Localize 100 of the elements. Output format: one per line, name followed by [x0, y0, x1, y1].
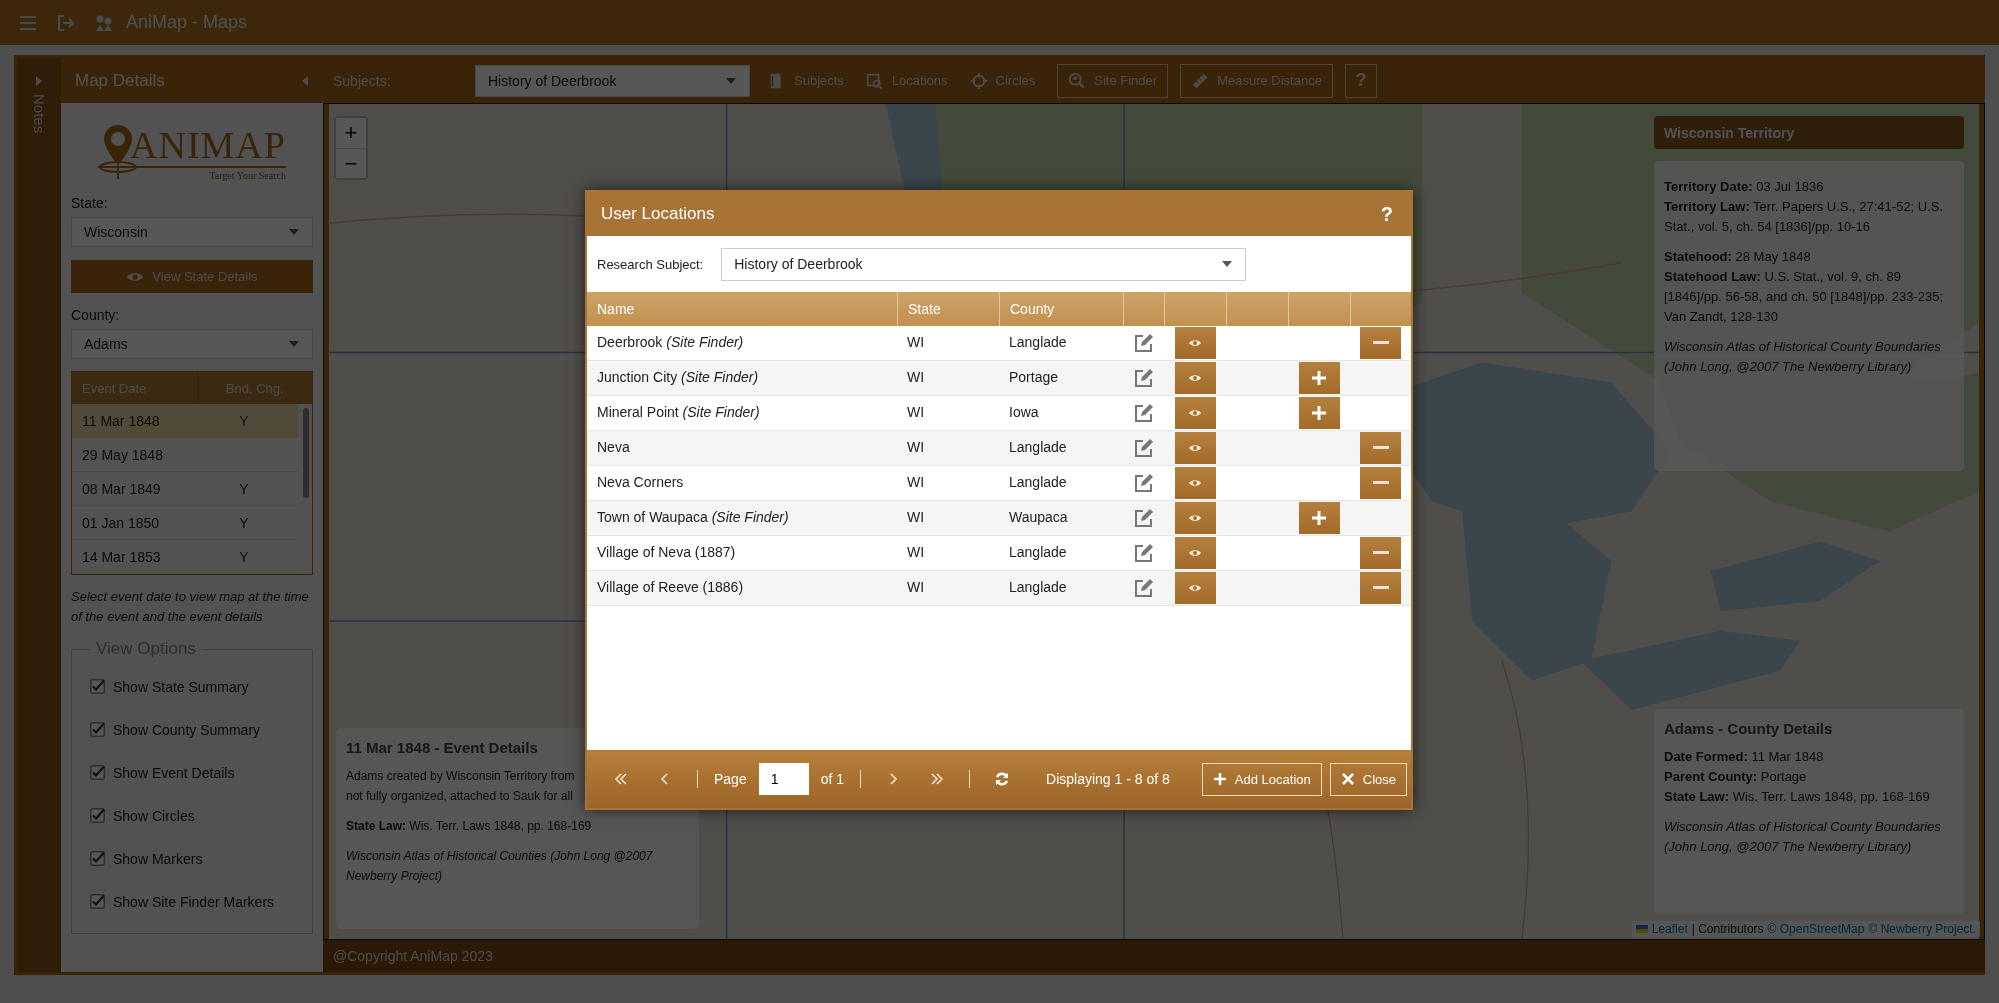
- checkbox[interactable]: [90, 722, 105, 737]
- help-button[interactable]: ?: [1344, 63, 1377, 98]
- attribution-text: | Contributors: [1691, 922, 1764, 936]
- table-cell-text: 01 Jan 1850: [81, 513, 161, 533]
- eye-icon: [1188, 407, 1202, 419]
- plus-icon: [1311, 370, 1327, 386]
- table-cell-text: WI: [906, 368, 926, 387]
- view-button[interactable]: [1174, 432, 1216, 464]
- checkbox[interactable]: [90, 894, 105, 909]
- link[interactable]: Leaflet: [1651, 922, 1688, 936]
- remove-button[interactable]: [1360, 467, 1401, 499]
- toolbar-button[interactable]: Site Finder: [1057, 63, 1169, 98]
- notes-tab[interactable]: Notes: [30, 94, 48, 134]
- eye-icon: [1188, 512, 1202, 524]
- page-label: Page: [714, 771, 747, 787]
- info-text: Adams created by Wisconsin Territory from: [346, 768, 575, 785]
- page-field[interactable]: 1: [758, 763, 809, 795]
- eye-icon: [1188, 442, 1202, 454]
- remove-button[interactable]: [1360, 572, 1401, 604]
- field-label: Subjects:: [333, 72, 392, 89]
- subject-select[interactable]: History of Deerbrook: [475, 64, 750, 97]
- app-title: AniMap - Maps: [126, 12, 248, 33]
- checkbox[interactable]: [90, 851, 105, 866]
- caret-icon: [725, 76, 737, 85]
- table-cell-text: Neva: [596, 438, 631, 457]
- remove-button[interactable]: [1360, 432, 1401, 464]
- add-location-button[interactable]: Add Location: [1201, 762, 1322, 796]
- edit-icon[interactable]: [1133, 543, 1154, 563]
- view-state-button[interactable]: View State Details: [71, 260, 313, 293]
- column-header[interactable]: Name: [587, 292, 897, 326]
- view-button[interactable]: [1174, 327, 1216, 359]
- info-text: Territory Law: Terr. Papers U.S., 27:41-52; U.S. Stat., vol. 5, ch. 54 [1836]/pp. 10-16: [1664, 198, 1945, 236]
- field-label: Research Subject:: [597, 256, 704, 272]
- add-button[interactable]: [1298, 502, 1340, 534]
- link[interactable]: © OpenStreetMap: [1767, 922, 1865, 936]
- scrollbar[interactable]: [303, 408, 309, 498]
- table-cell-text: Mineral Point (Site Finder): [596, 403, 761, 422]
- option-label: Show Markers: [113, 850, 203, 867]
- edit-icon[interactable]: [1133, 508, 1154, 528]
- toolbar-button[interactable]: Measure Distance: [1180, 63, 1333, 98]
- panel-title: Map Details: [75, 70, 165, 91]
- checkbox[interactable]: [90, 765, 105, 780]
- subject-select[interactable]: History of Deerbrook: [721, 247, 1247, 281]
- info-text: Parent County: Portage: [1664, 768, 1807, 786]
- table-cell-text: WI: [906, 333, 926, 352]
- edit-icon[interactable]: [1133, 438, 1154, 458]
- state-select[interactable]: Wisconsin: [71, 217, 313, 247]
- remove-button[interactable]: [1360, 537, 1401, 569]
- search-icon: [1068, 71, 1087, 90]
- table-cell-text: 11 Mar 1848: [81, 411, 161, 431]
- view-button[interactable]: [1174, 362, 1216, 394]
- crosshair-icon: [969, 71, 988, 90]
- table-cell-text: Y: [238, 411, 250, 431]
- option-label: Show Event Details: [113, 764, 235, 781]
- toolbar-button[interactable]: Circles: [959, 63, 1046, 98]
- option-label: Show State Summary: [113, 678, 249, 695]
- table-cell-text: WI: [906, 508, 926, 527]
- add-button[interactable]: [1298, 397, 1340, 429]
- flag-icon: [1635, 925, 1648, 933]
- edit-icon[interactable]: [1133, 473, 1154, 493]
- option-label: Show Circles: [113, 807, 195, 824]
- link[interactable]: © Newberry Project.: [1868, 922, 1976, 936]
- info-text: Wisconsin Atlas of Historical County Boundaries (John Long, @2007 The Newberry Library): [1664, 338, 1942, 376]
- view-button[interactable]: [1174, 397, 1216, 429]
- hint-text: Select event date to view map at the time of the event and the event details: [71, 588, 310, 626]
- panel-title: Wisconsin Territory: [1664, 124, 1795, 141]
- view-button[interactable]: [1174, 467, 1216, 499]
- info-text: Date Formed: 11 Mar 1848: [1664, 748, 1824, 766]
- caret-icon: [288, 228, 300, 236]
- edit-icon[interactable]: [1133, 333, 1154, 353]
- table-cell-text: Iowa: [1008, 403, 1040, 422]
- view-button[interactable]: [1174, 537, 1216, 569]
- plus-icon: [1311, 405, 1327, 421]
- minus-icon: [1372, 341, 1389, 345]
- add-button[interactable]: [1298, 362, 1340, 394]
- close-icon: [1340, 772, 1355, 786]
- edit-icon[interactable]: [1133, 403, 1154, 423]
- plus-icon: [1212, 772, 1227, 786]
- checkbox[interactable]: [90, 808, 105, 823]
- minus-icon: [1372, 481, 1389, 485]
- table-cell-text: Y: [238, 513, 250, 533]
- toolbar-button[interactable]: Locations: [855, 63, 958, 98]
- display-count: Displaying 1 - 8 of 8: [1046, 771, 1170, 787]
- checkbox[interactable]: [90, 679, 105, 694]
- remove-button[interactable]: [1360, 327, 1401, 359]
- eye-icon: [1188, 372, 1202, 384]
- dialog-title: User Locations: [601, 204, 715, 224]
- close-button[interactable]: Close: [1329, 762, 1407, 796]
- ruler-icon: [1191, 71, 1210, 90]
- view-button[interactable]: [1174, 572, 1216, 604]
- event-row[interactable]: 11 Mar 1848 Y: [72, 404, 298, 438]
- view-button[interactable]: [1174, 502, 1216, 534]
- help-button[interactable]: ?: [1374, 201, 1399, 227]
- info-text: Statehood Law: U.S. Stat., vol. 9, ch. 89 [1846]/pp. 56-58, and ch. 50 [1848]/pp. 233-235; Van Zandt, 128-130: [1664, 268, 1944, 326]
- toolbar-button[interactable]: Subjects: [758, 63, 854, 98]
- table-cell-text: WI: [906, 543, 926, 562]
- zoom-out-button[interactable]: −: [336, 148, 366, 178]
- county-select[interactable]: Adams: [71, 329, 313, 359]
- edit-icon[interactable]: [1133, 578, 1154, 598]
- edit-icon[interactable]: [1133, 368, 1154, 388]
